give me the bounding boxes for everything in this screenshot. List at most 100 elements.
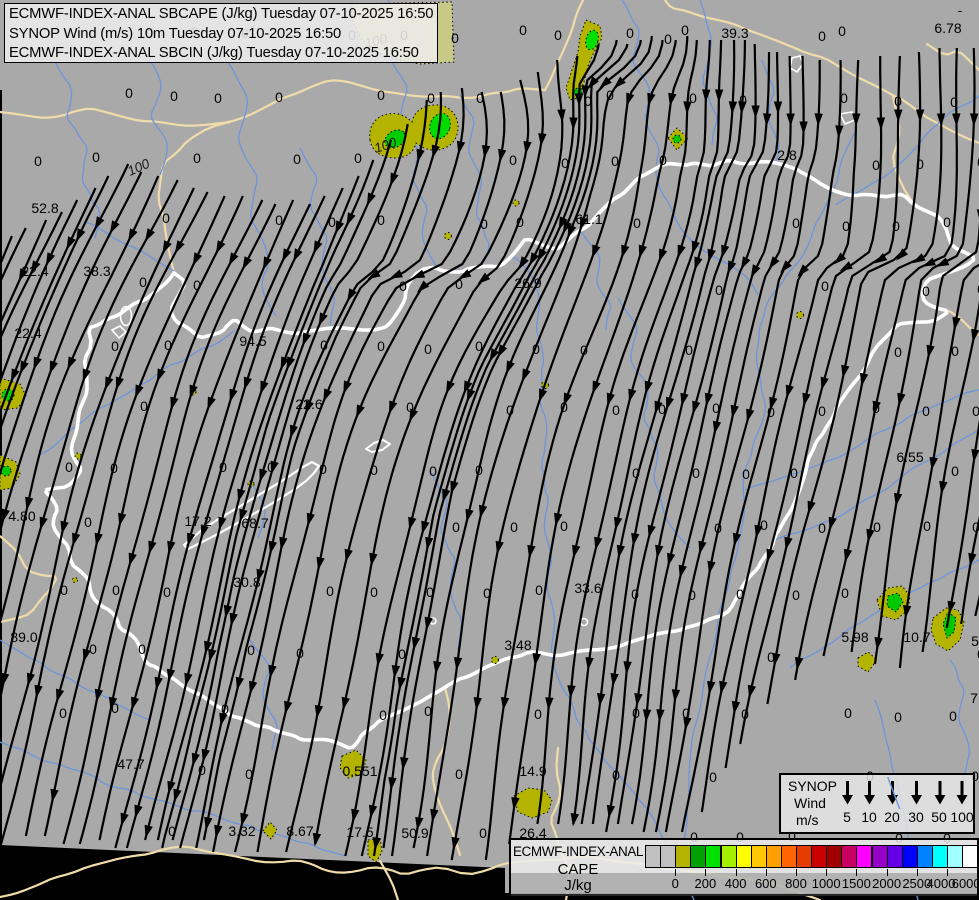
svg-text:0: 0 (65, 459, 73, 475)
svg-text:0: 0 (818, 403, 826, 419)
svg-text:0: 0 (742, 466, 750, 482)
svg-text:0: 0 (685, 342, 693, 358)
svg-text:0: 0 (424, 341, 432, 357)
svg-text:0: 0 (89, 641, 97, 657)
svg-text:0: 0 (60, 582, 68, 598)
svg-text:0: 0 (125, 85, 133, 101)
svg-text:17.5: 17.5 (346, 824, 373, 840)
svg-text:0: 0 (873, 519, 881, 535)
svg-text:-: - (958, 2, 963, 18)
svg-text:6.55: 6.55 (896, 449, 923, 465)
svg-text:0: 0 (688, 587, 696, 603)
svg-text:0: 0 (658, 401, 666, 417)
svg-text:0: 0 (399, 278, 407, 294)
svg-text:61.1: 61.1 (575, 211, 602, 227)
svg-text:0: 0 (872, 400, 880, 416)
svg-text:7: 7 (970, 690, 978, 706)
svg-text:5.98: 5.98 (841, 629, 868, 645)
svg-text:0: 0 (943, 214, 951, 230)
svg-text:0: 0 (841, 585, 849, 601)
svg-text:0: 0 (818, 520, 826, 536)
svg-text:0: 0 (370, 462, 378, 478)
svg-text:0: 0 (838, 23, 846, 39)
svg-text:0: 0 (840, 90, 848, 106)
svg-text:0: 0 (715, 282, 723, 298)
svg-text:0: 0 (516, 214, 524, 230)
svg-text:3.32: 3.32 (228, 823, 255, 839)
svg-text:0: 0 (406, 399, 414, 415)
svg-text:0: 0 (767, 404, 775, 420)
svg-text:0: 0 (709, 769, 717, 785)
svg-text:30.8: 30.8 (233, 574, 260, 590)
svg-text:38.3: 38.3 (83, 263, 110, 279)
svg-text:0: 0 (892, 218, 900, 234)
svg-text:0: 0 (535, 582, 543, 598)
svg-text:4.80: 4.80 (8, 508, 35, 524)
svg-text:5.: 5. (971, 633, 979, 649)
svg-text:0: 0 (606, 87, 614, 103)
svg-text:0: 0 (139, 274, 147, 290)
svg-text:0: 0 (479, 825, 487, 841)
svg-text:0: 0 (379, 707, 387, 723)
svg-text:0: 0 (554, 27, 562, 43)
svg-text:0: 0 (480, 216, 488, 232)
svg-text:0: 0 (483, 585, 491, 601)
svg-text:26.9: 26.9 (514, 275, 541, 291)
svg-text:0: 0 (319, 461, 327, 477)
svg-text:0: 0 (712, 400, 720, 416)
svg-text:0: 0 (476, 90, 484, 106)
svg-text:17.2: 17.2 (184, 513, 211, 529)
svg-text:0: 0 (842, 218, 850, 234)
svg-text:8.67: 8.67 (286, 823, 313, 839)
svg-text:0: 0 (138, 641, 146, 657)
svg-text:0: 0 (818, 28, 826, 44)
svg-text:0: 0 (632, 465, 640, 481)
svg-text:0: 0 (560, 518, 568, 534)
svg-text:0: 0 (245, 766, 253, 782)
svg-text:0: 0 (922, 403, 930, 419)
svg-text:0: 0 (168, 823, 176, 839)
svg-text:14.9: 14.9 (519, 763, 546, 779)
svg-text:0: 0 (560, 399, 568, 415)
svg-text:0: 0 (320, 337, 328, 353)
svg-text:0: 0 (451, 30, 459, 46)
svg-text:0: 0 (163, 584, 171, 600)
svg-text:0: 0 (922, 283, 930, 299)
svg-text:0: 0 (377, 338, 385, 354)
svg-text:0: 0 (739, 92, 747, 108)
svg-text:0: 0 (455, 276, 463, 292)
svg-text:0: 0 (111, 338, 119, 354)
svg-text:0: 0 (682, 705, 690, 721)
svg-text:0: 0 (221, 701, 229, 717)
svg-text:0: 0 (951, 463, 959, 479)
svg-text:0: 0 (429, 463, 437, 479)
svg-text:0: 0 (111, 700, 119, 716)
svg-text:0: 0 (951, 343, 959, 359)
svg-text:0: 0 (475, 462, 483, 478)
svg-text:0: 0 (923, 518, 931, 534)
svg-text:0: 0 (950, 94, 958, 110)
svg-text:0: 0 (328, 214, 336, 230)
svg-text:89.0: 89.0 (10, 629, 37, 645)
svg-text:0: 0 (214, 90, 222, 106)
svg-text:0: 0 (370, 584, 378, 600)
svg-text:0: 0 (872, 157, 880, 173)
svg-text:0: 0 (193, 150, 201, 166)
svg-text:0: 0 (792, 587, 800, 603)
svg-text:52.8: 52.8 (31, 200, 58, 216)
svg-text:68.7: 68.7 (241, 515, 268, 531)
svg-text:0: 0 (475, 338, 483, 354)
svg-text:0: 0 (972, 403, 979, 419)
svg-text:0: 0 (506, 402, 514, 418)
svg-text:0: 0 (275, 89, 283, 105)
svg-text:0: 0 (612, 767, 620, 783)
svg-text:0: 0 (452, 519, 460, 535)
svg-text:0: 0 (664, 31, 672, 47)
svg-text:0: 0 (84, 514, 92, 530)
svg-text:0: 0 (767, 649, 775, 665)
svg-text:0: 0 (561, 155, 569, 171)
svg-text:0: 0 (611, 153, 619, 169)
svg-text:0: 0 (736, 586, 744, 602)
svg-text:0: 0 (219, 459, 227, 475)
svg-text:10.7: 10.7 (903, 629, 930, 645)
